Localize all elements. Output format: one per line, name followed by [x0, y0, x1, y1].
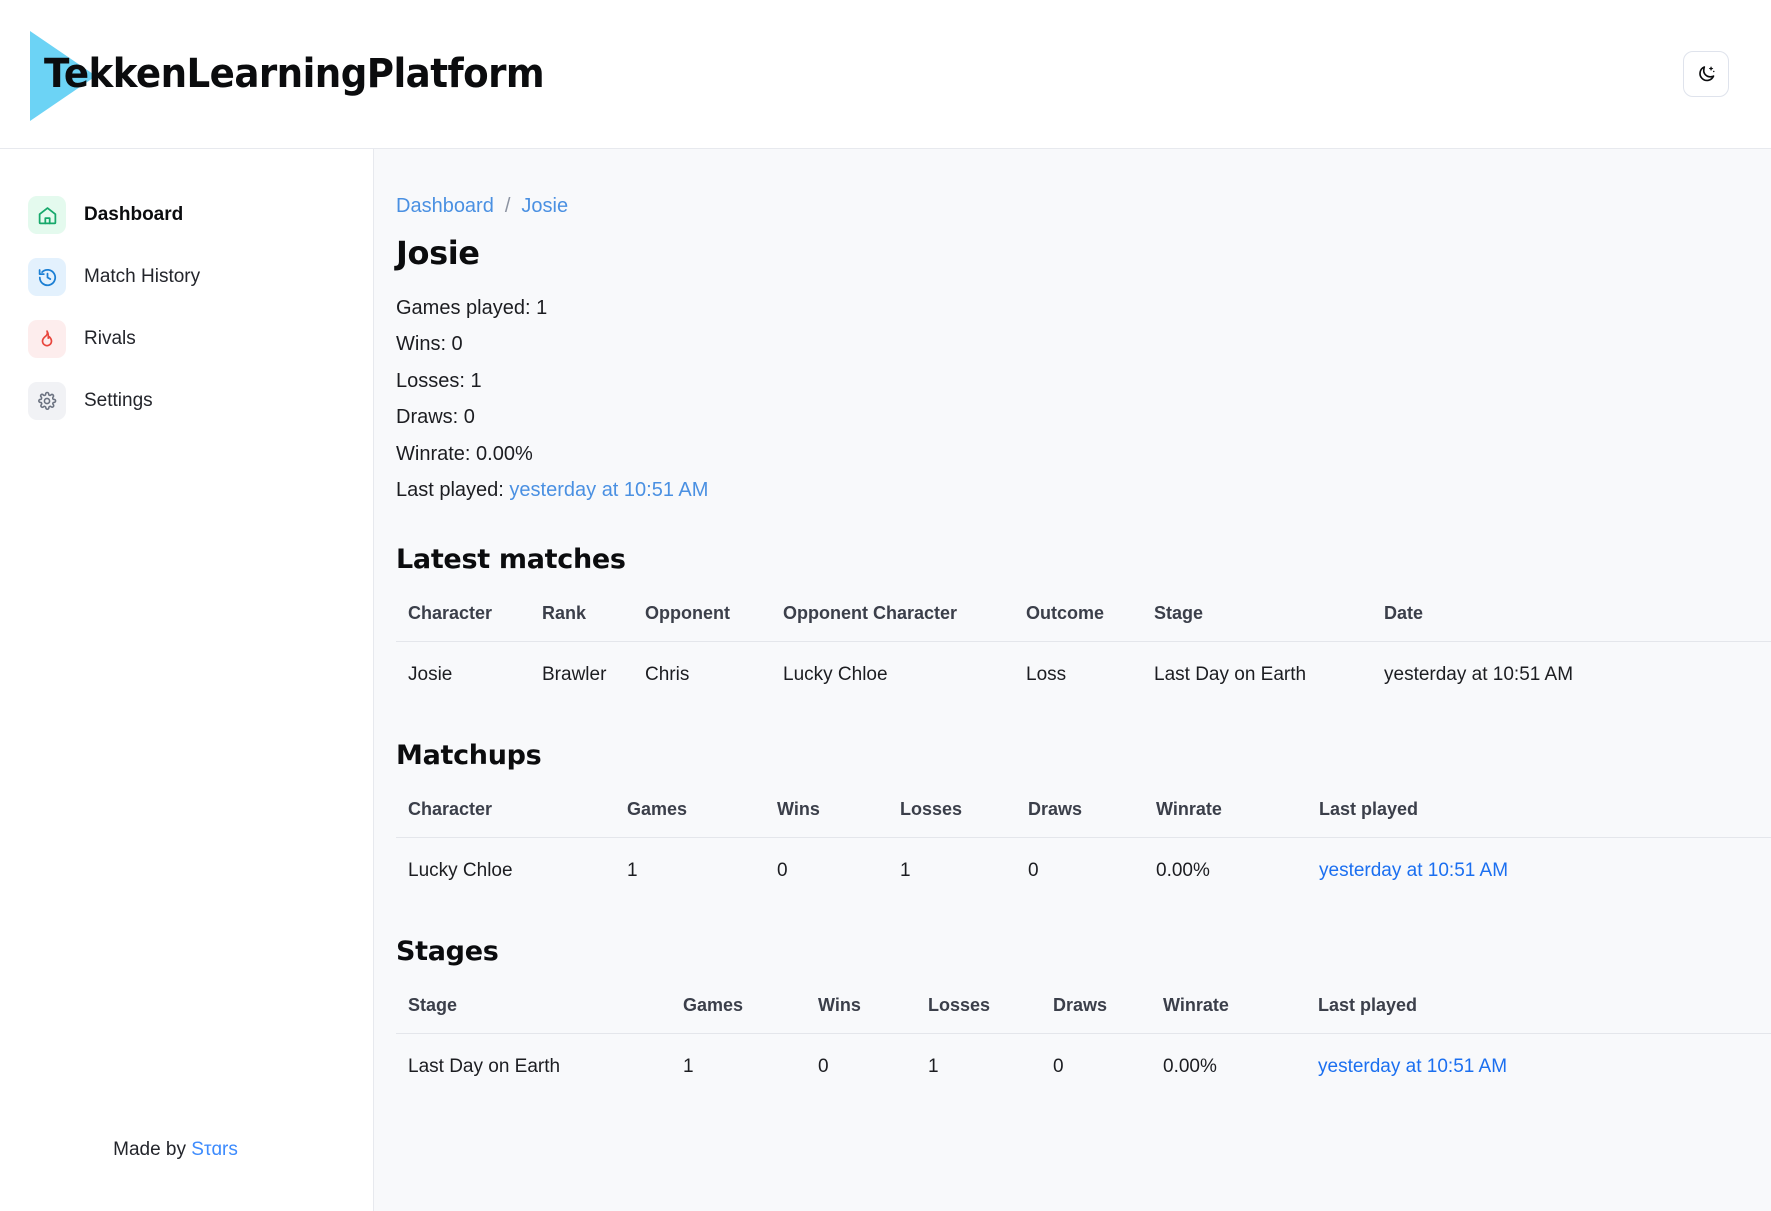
cell-opponent: Chris: [645, 664, 690, 686]
table-row[interactable]: Josie Brawler Chris Lucky Chloe Loss Las…: [396, 642, 1771, 709]
column-header-winrate: Winrate: [1151, 995, 1306, 1035]
body-split: Dashboard Match History Rivals Settings …: [0, 149, 1771, 1211]
column-header-character: Character: [396, 603, 530, 643]
cell-character: Josie: [408, 664, 453, 686]
section-title-matchups: Matchups: [396, 740, 542, 772]
last-played-link[interactable]: yesterday at 10:51 AM: [1318, 1056, 1507, 1077]
app-header: TekkenLearningPlatform: [0, 0, 1771, 149]
column-header-stage: Stage: [396, 995, 671, 1035]
cell-winrate: 0.00%: [1156, 860, 1210, 882]
section-title-stages: Stages: [396, 936, 499, 968]
table-row[interactable]: Lucky Chloe 1 0 1 0 0.00% yesterday at 1…: [396, 838, 1771, 905]
sidebar-item-match-history[interactable]: Match History: [28, 254, 373, 300]
sidebar-item-label: Match History: [84, 266, 201, 287]
stat-last-played-label: Last played:: [396, 479, 510, 502]
column-header-draws: Draws: [1041, 995, 1151, 1035]
cell-draws: 0: [1053, 1056, 1064, 1078]
column-header-losses: Losses: [888, 799, 1016, 839]
sidebar-item-label: Settings: [84, 390, 153, 411]
brand-name: TekkenLearningPlatform: [44, 51, 545, 97]
column-header-opponent-character: Opponent Character: [771, 603, 1014, 643]
made-by-label: Made by: [113, 1139, 192, 1160]
character-stats: Games played: 1 Wins: 0 Losses: 1 Draws:…: [396, 290, 1771, 508]
column-header-winrate: Winrate: [1144, 799, 1307, 839]
stat-wins: Wins: 0: [396, 333, 463, 356]
breadcrumb-dashboard-link[interactable]: Dashboard: [396, 195, 494, 218]
cell-losses: 1: [928, 1056, 939, 1078]
table-row[interactable]: Last Day on Earth 1 0 1 0 0.00% yesterda…: [396, 1034, 1771, 1101]
gear-icon: [28, 382, 66, 420]
cell-outcome: Loss: [1026, 664, 1067, 686]
section-stages: Stages Stage Games Wins Losses Draws Win…: [396, 936, 1771, 1100]
stat-last-played-link[interactable]: yesterday at 10:51 AM: [509, 479, 708, 501]
column-header-date: Date: [1372, 603, 1771, 643]
sidebar-item-label: Dashboard: [84, 204, 184, 225]
sidebar-item-label: Rivals: [84, 328, 136, 349]
cell-wins: 0: [818, 1056, 829, 1078]
author-link[interactable]: Sτɑrs: [191, 1139, 238, 1160]
cell-winrate: 0.00%: [1163, 1056, 1217, 1078]
cell-last-played: yesterday at 10:51 AM: [1306, 1034, 1771, 1101]
breadcrumb: Dashboard / Josie: [396, 195, 1771, 218]
sidebar-item-settings[interactable]: Settings: [28, 378, 373, 424]
cell-losses: 1: [900, 860, 911, 882]
moon-stars-icon: [1696, 64, 1717, 85]
sidebar-nav: Dashboard Match History Rivals Settings: [0, 192, 373, 424]
cell-last-played: yesterday at 10:51 AM: [1307, 838, 1771, 905]
section-matchups: Matchups Character Games Wins Losses Dra…: [396, 740, 1771, 904]
sidebar: Dashboard Match History Rivals Settings …: [0, 149, 374, 1211]
latest-matches-table: Character Rank Opponent Opponent Charact…: [396, 603, 1771, 708]
stat-losses: Losses: 1: [396, 369, 482, 392]
column-header-character: Character: [396, 799, 615, 839]
cell-draws: 0: [1028, 860, 1039, 882]
home-icon: [28, 196, 66, 234]
column-header-losses: Losses: [916, 995, 1041, 1035]
cell-games: 1: [683, 1056, 694, 1078]
sidebar-item-rivals[interactable]: Rivals: [28, 316, 373, 362]
cell-stage: Last Day on Earth: [408, 1056, 561, 1078]
column-header-wins: Wins: [806, 995, 916, 1035]
cell-games: 1: [627, 860, 638, 882]
cell-rank: Brawler: [542, 664, 607, 686]
theme-toggle-button[interactable]: [1683, 51, 1729, 97]
stages-table: Stage Games Wins Losses Draws Winrate La…: [396, 995, 1771, 1100]
column-header-last-played: Last played: [1306, 995, 1771, 1035]
flame-icon: [28, 320, 66, 358]
stat-games-played: Games played: 1: [396, 297, 548, 319]
page-title: Josie: [396, 234, 480, 272]
stat-winrate: Winrate: 0.00%: [396, 442, 533, 465]
column-header-stage: Stage: [1142, 603, 1372, 643]
matchups-table: Character Games Wins Losses Draws Winrat…: [396, 799, 1771, 904]
sidebar-item-dashboard[interactable]: Dashboard: [28, 192, 373, 238]
table-header-row: Stage Games Wins Losses Draws Winrate La…: [396, 995, 1771, 1035]
cell-opponent-character: Lucky Chloe: [783, 664, 888, 686]
section-latest-matches: Latest matches Character Rank Opponent O…: [396, 544, 1771, 708]
breadcrumb-current-link[interactable]: Josie: [521, 195, 568, 218]
table-header-row: Character Games Wins Losses Draws Winrat…: [396, 799, 1771, 839]
app-root: TekkenLearningPlatform Dashboard Match H…: [0, 0, 1771, 1211]
column-header-outcome: Outcome: [1014, 603, 1142, 643]
column-header-wins: Wins: [765, 799, 888, 839]
history-clock-icon: [28, 258, 66, 296]
breadcrumb-separator: /: [504, 195, 511, 217]
stat-draws: Draws: 0: [396, 406, 475, 429]
main-content: Dashboard / Josie Josie Games played: 1 …: [374, 149, 1771, 1211]
last-played-link[interactable]: yesterday at 10:51 AM: [1319, 860, 1508, 881]
section-title-latest-matches: Latest matches: [396, 544, 626, 576]
column-header-draws: Draws: [1016, 799, 1144, 839]
brand-logo[interactable]: TekkenLearningPlatform: [30, 24, 582, 124]
column-header-rank: Rank: [530, 603, 633, 643]
cell-stage: Last Day on Earth: [1154, 664, 1307, 686]
cell-wins: 0: [777, 860, 788, 882]
column-header-last-played: Last played: [1307, 799, 1771, 839]
cell-character: Lucky Chloe: [408, 860, 513, 882]
table-header-row: Character Rank Opponent Opponent Charact…: [396, 603, 1771, 643]
column-header-opponent: Opponent: [633, 603, 771, 643]
stat-last-played: Last played: yesterday at 10:51 AM: [396, 472, 1771, 508]
column-header-games: Games: [671, 995, 806, 1035]
sidebar-footer: Made by Sτɑrs: [0, 1139, 373, 1211]
column-header-games: Games: [615, 799, 765, 839]
cell-date: yesterday at 10:51 AM: [1384, 664, 1574, 686]
